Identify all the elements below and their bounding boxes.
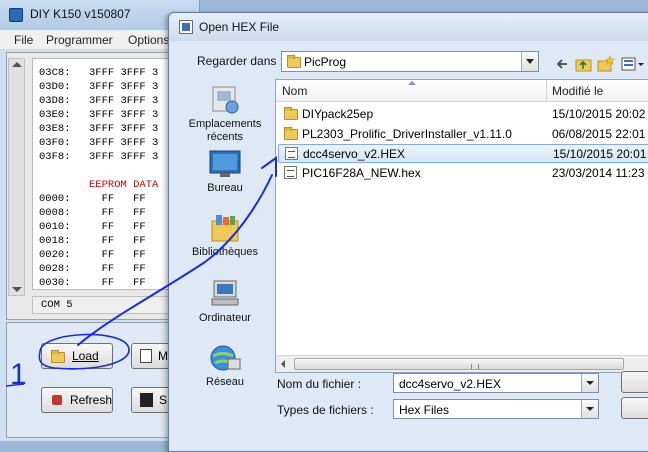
file-date: 06/08/2015 22:01 [552,127,646,141]
dialog-title: Open HEX File [199,20,280,34]
view-menu-icon[interactable] [621,55,644,73]
open-button[interactable] [621,371,648,393]
folder-icon [287,55,301,68]
file-name: PIC16F28A_NEW.hex [302,166,421,180]
horizontal-scrollbar[interactable] [276,355,648,372]
file-date: 15/10/2015 20:01 [553,147,647,161]
file-row-pic16f28a[interactable]: PIC16F28A_NEW.hex 23/03/2014 11:23 [278,164,648,183]
dialog-titlebar[interactable]: Open HEX File [169,13,648,41]
file-row-dcc4servo-selected[interactable]: dcc4servo_v2.HEX 15/10/2015 20:01 [278,144,648,163]
eeprom-row: 0030: FF FF [39,277,146,289]
places-bar: Emplacements récents Bureau Bibliothèque… [179,73,271,399]
place-network[interactable]: Réseau [179,343,271,389]
hex-file-icon [285,147,298,160]
menu-file[interactable]: File [14,33,33,47]
file-row-diypack25ep[interactable]: DIYpack25ep 15/10/2015 20:02 [278,105,648,124]
eeprom-row: 0020: FF FF [39,249,146,261]
place-computer-label: Ordinateur [199,312,251,324]
eeprom-row: 0000: FF FF [39,193,146,205]
sort-up-icon [408,81,416,85]
file-date: 15/10/2015 20:02 [552,107,646,121]
filename-value: dcc4servo_v2.HEX [399,377,502,391]
place-libraries[interactable]: Bibliothèques [179,213,271,259]
filename-label: Nom du fichier : [277,377,362,391]
filetype-value: Hex Files [399,403,450,417]
libraries-icon [208,213,242,243]
scrollbar-thumb[interactable] [294,358,624,370]
column-modified[interactable]: Modifié le [552,84,603,98]
refresh-button-label: Refresh [69,393,112,407]
look-in-label: Regarder dans : [197,54,284,68]
chevron-down-icon[interactable] [521,52,538,71]
filetype-label: Types de fichiers : [277,403,374,417]
m-button-label: M [158,349,168,363]
open-hex-file-dialog: Open HEX File Regarder dans : PicProg Em… [168,12,648,452]
look-in-combo[interactable]: PicProg [281,51,539,72]
hex-file-icon [284,166,297,179]
look-in-value: PicProg [304,55,347,69]
place-recent-label: Emplacements récents [188,118,262,143]
eeprom-data-heading: EEPROM DATA [89,179,159,191]
hex-row: 03F0: 3FFF 3FFF 3 [39,137,159,149]
place-network-label: Réseau [206,376,244,388]
chevron-down-icon[interactable] [581,400,598,418]
save-disk-icon [140,393,153,407]
filetype-select[interactable]: Hex Files [393,399,599,419]
hex-row: 03D8: 3FFF 3FFF 3 [39,95,159,107]
cancel-button[interactable] [621,397,648,419]
k150-app-icon [9,8,23,22]
file-date: 23/03/2014 11:23 [552,166,645,180]
scroll-up-arrow-icon[interactable] [12,62,22,67]
file-list: Nom Modifié le DIYpack25ep 15/10/2015 20… [275,79,648,373]
file-name: PL2303_Prolific_DriverInstaller_v1.11.0 [302,127,512,141]
up-folder-icon[interactable] [575,55,593,73]
document-icon [140,349,152,363]
load-button[interactable]: Load [41,343,113,369]
eeprom-row: 0010: FF FF [39,221,146,233]
place-recent[interactable]: Emplacements récents [179,85,271,144]
menu-options[interactable]: Options [128,33,169,47]
hex-row: 03E8: 3FFF 3FFF 3 [39,123,159,135]
folder-icon [284,107,298,120]
new-folder-icon[interactable] [597,55,615,73]
hex-row: 03E0: 3FFF 3FFF 3 [39,109,159,121]
filename-input[interactable]: dcc4servo_v2.HEX [393,373,599,393]
hex-row: 03F8: 3FFF 3FFF 3 [39,151,159,163]
back-arrow-icon[interactable] [553,55,571,73]
computer-icon [208,279,242,309]
open-folder-icon [50,349,66,363]
file-name: dcc4servo_v2.HEX [303,147,406,161]
dialog-app-icon [179,20,193,34]
network-icon [208,343,242,373]
file-row-pl2303[interactable]: PL2303_Prolific_DriverInstaller_v1.11.0 … [278,125,648,144]
recent-places-icon [208,85,242,115]
place-desktop[interactable]: Bureau [179,149,271,195]
chevron-down-icon[interactable] [581,374,598,392]
column-name[interactable]: Nom [282,84,307,98]
eeprom-row: 0028: FF FF [39,263,146,275]
s-button-label: S [159,393,168,407]
file-name: DIYpack25ep [302,107,374,121]
desktop-icon [208,149,242,179]
scroll-down-arrow-icon[interactable] [12,287,22,292]
hex-row: 03D0: 3FFF 3FFF 3 [39,81,159,93]
menu-programmer[interactable]: Programmer [46,33,113,47]
folder-icon [284,127,298,140]
file-list-header: Nom Modifié le [276,80,648,102]
place-computer[interactable]: Ordinateur [179,279,271,325]
left-scrollbar[interactable] [8,58,25,296]
load-button-label: Load [72,349,99,363]
hex-row: 03C8: 3FFF 3FFF 3 [39,67,159,79]
k150-window-title: DIY K150 v150807 [30,7,131,21]
refresh-button[interactable]: Refresh [41,387,113,413]
place-libraries-label: Bibliothèques [191,246,259,258]
scroll-left-arrow-icon[interactable] [281,360,285,368]
eeprom-row: 0008: FF FF [39,207,146,219]
eeprom-row: 0018: FF FF [39,235,146,247]
place-desktop-label: Bureau [207,182,243,194]
refresh-icon [50,393,64,407]
